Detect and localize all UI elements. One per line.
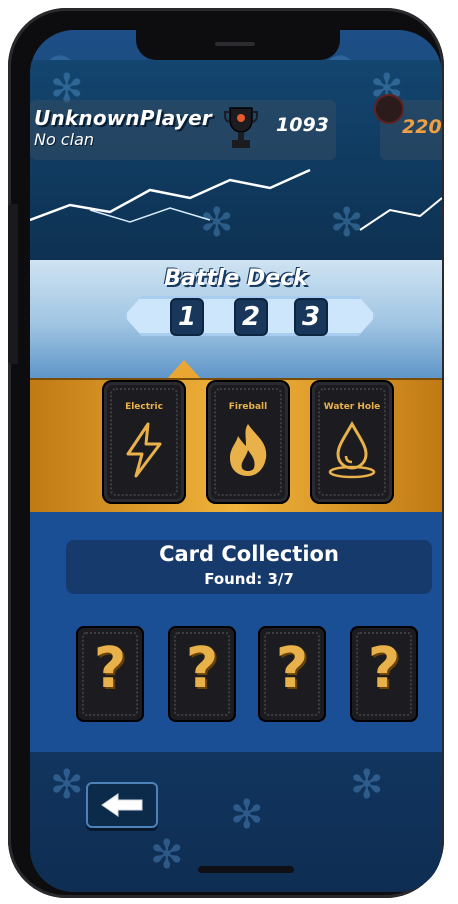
snowflake-pattern-icon: ✻ [350, 762, 384, 808]
question-mark-icon: ? [93, 636, 127, 701]
trophy-icon [224, 107, 258, 148]
snowflake-pattern-icon: ✻ [150, 832, 184, 878]
card-electric[interactable]: Electric [102, 380, 186, 504]
locked-card[interactable]: ? [350, 626, 418, 722]
header: ✻ ✻ ✻ ✻ [30, 60, 442, 260]
question-mark-icon: ? [275, 636, 309, 701]
deck-slot-2-button[interactable]: 2 [236, 300, 266, 334]
collection-found-count: Found: 3/7 [204, 570, 294, 588]
deck-slot-1-button[interactable]: 1 [172, 300, 202, 334]
card-label: Electric [125, 402, 163, 412]
back-arrow-icon [101, 793, 143, 817]
selected-deck-pointer [166, 360, 202, 380]
phone-frame: ✻ ✻ ✻ ✻ UnknownPlayer No clan 1093 220 B… [8, 8, 444, 898]
water-drop-icon [328, 420, 376, 479]
collection-title: Card Collection [159, 542, 339, 566]
question-mark-icon: ? [185, 636, 219, 701]
question-mark-icon: ? [367, 636, 401, 701]
player-name: UnknownPlayer [34, 106, 212, 130]
battle-deck-title: Battle Deck [164, 266, 308, 291]
locked-card[interactable]: ? [168, 626, 236, 722]
player-clan: No clan [34, 130, 95, 149]
gem-count: 220 [402, 116, 442, 138]
card-water-hole[interactable]: Water Hole [310, 380, 394, 504]
lightning-effect [30, 168, 442, 231]
snowflake-pattern-icon: ✻ [230, 792, 264, 838]
gem-icon [374, 94, 404, 124]
lightning-icon [126, 422, 162, 478]
card-label: Fireball [228, 402, 268, 412]
side-button [8, 204, 18, 364]
locked-card[interactable]: ? [76, 626, 144, 722]
locked-card[interactable]: ? [258, 626, 326, 722]
speaker [215, 42, 255, 46]
card-label: Water Hole [323, 402, 381, 412]
back-button[interactable] [86, 782, 158, 828]
game-screen: ✻ ✻ ✻ ✻ UnknownPlayer No clan 1093 220 B… [30, 30, 442, 892]
flame-icon [230, 424, 267, 476]
home-indicator [198, 866, 294, 873]
snowflake-pattern-icon: ✻ [50, 762, 84, 808]
card-fireball[interactable]: Fireball [206, 380, 290, 504]
deck-slot-3-button[interactable]: 3 [296, 300, 326, 334]
trophy-count: 1093 [276, 114, 329, 136]
